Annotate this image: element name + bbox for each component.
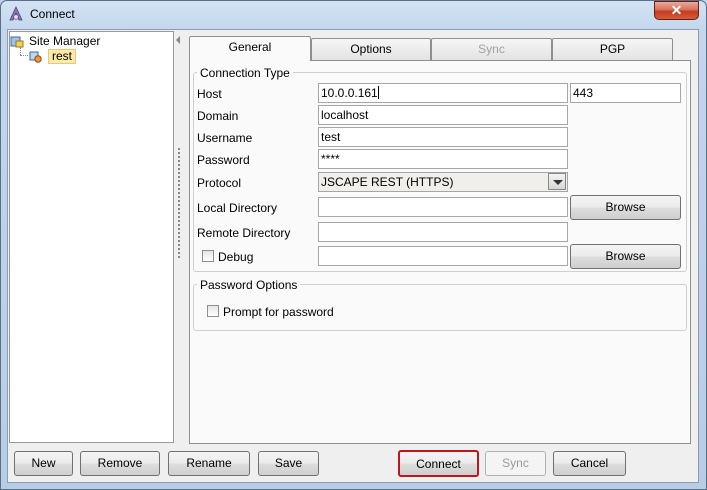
password-label: Password [197, 153, 250, 167]
tree-root-label: Site Manager [29, 34, 101, 48]
tree-item-site-manager[interactable]: Site Manager [10, 34, 100, 48]
close-button[interactable]: ✕ [654, 1, 699, 20]
host-input[interactable]: 10.0.0.161 [318, 83, 568, 103]
cancel-button[interactable]: Cancel [553, 451, 626, 476]
password-input[interactable]: **** [318, 149, 568, 169]
remote-directory-label: Remote Directory [197, 226, 291, 240]
save-button[interactable]: Save [258, 451, 319, 476]
remote-directory-input[interactable] [318, 222, 568, 242]
title-bar[interactable] [1, 1, 704, 29]
site-manager-tree[interactable] [9, 31, 174, 443]
app-icon [8, 6, 24, 22]
remove-button[interactable]: Remove [80, 451, 160, 476]
tab-sync[interactable]: Sync [431, 38, 552, 60]
local-directory-label: Local Directory [197, 201, 278, 215]
browse-local-button[interactable]: Browse [570, 195, 681, 220]
chevron-down-icon[interactable] [548, 173, 566, 190]
tree-child-label: rest [48, 48, 77, 64]
tree-connector-line [20, 55, 28, 56]
connect-button[interactable]: Connect [398, 450, 479, 477]
debug-label: Debug [218, 250, 254, 264]
domain-label: Domain [197, 109, 239, 123]
domain-input[interactable]: localhost [318, 105, 568, 125]
connection-icon [29, 50, 43, 63]
sync-button[interactable]: Sync [485, 451, 546, 476]
tab-options[interactable]: Options [311, 38, 431, 60]
local-directory-input[interactable] [318, 197, 568, 217]
server-tree-icon [10, 35, 24, 48]
username-label: Username [197, 131, 253, 145]
port-input[interactable]: 443 [570, 83, 681, 103]
collapse-arrow-icon[interactable] [176, 36, 180, 44]
browse-debug-button[interactable]: Browse [570, 244, 681, 269]
username-input[interactable]: test [318, 127, 568, 147]
host-label: Host [197, 87, 222, 101]
connection-type-legend: Connection Type [197, 66, 293, 80]
window-title: Connect [30, 7, 75, 21]
protocol-select[interactable]: JSCAPE REST (HTTPS) [318, 172, 568, 192]
text-caret [377, 86, 379, 99]
tab-general[interactable]: General [189, 36, 311, 61]
password-options-legend: Password Options [197, 278, 301, 292]
debug-input[interactable] [318, 246, 568, 266]
new-button[interactable]: New [14, 451, 73, 476]
prompt-password-label: Prompt for password [223, 305, 334, 319]
tree-connector-line [20, 47, 21, 55]
rename-button[interactable]: Rename [168, 451, 250, 476]
tree-item-rest[interactable]: rest [29, 48, 77, 64]
protocol-label: Protocol [197, 176, 242, 190]
splitter-handle[interactable] [178, 148, 180, 258]
tab-pgp[interactable]: PGP [552, 38, 673, 60]
prompt-password-checkbox[interactable] [207, 305, 219, 317]
debug-checkbox[interactable] [202, 250, 214, 262]
host-value: 10.0.0.161 [321, 86, 378, 100]
